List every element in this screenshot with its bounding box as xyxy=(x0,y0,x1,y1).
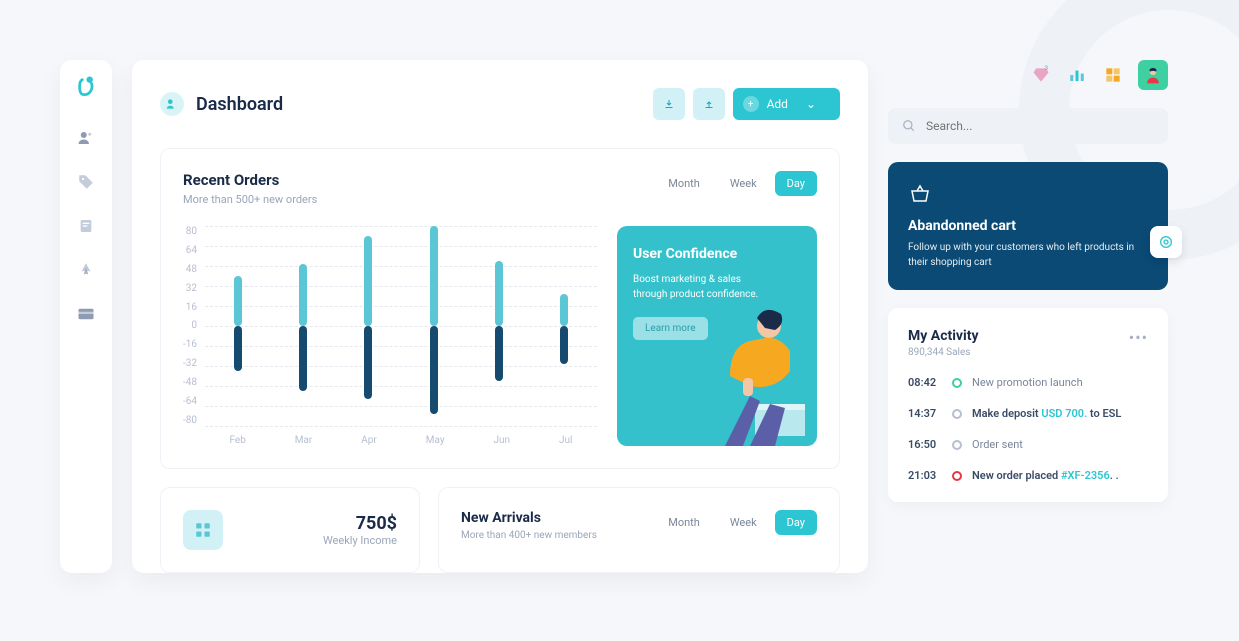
activity-text: New promotion launch xyxy=(972,376,1083,389)
chevron-down-icon: ⌄ xyxy=(806,97,816,111)
activity-subtitle: 890,344 Sales xyxy=(908,347,979,358)
add-button-label: Add xyxy=(767,97,788,111)
abandoned-cart-card: Abandonned cart Follow up with your cust… xyxy=(888,162,1168,290)
arrivals-tab-week[interactable]: Week xyxy=(718,510,769,535)
stats-icon[interactable] xyxy=(1066,64,1088,86)
activity-timeline: 08:42 New promotion launch 14:37 Make depos… xyxy=(908,376,1148,482)
add-button[interactable]: + Add ⌄ xyxy=(733,88,840,120)
cart-action-button[interactable] xyxy=(1150,226,1182,258)
main-panel: Dashboard + Add ⌄ Recent Orders xyxy=(132,60,868,573)
users-icon[interactable] xyxy=(76,128,96,148)
more-icon[interactable]: ••• xyxy=(1129,328,1148,347)
card-icon[interactable] xyxy=(76,304,96,324)
upload-button[interactable] xyxy=(693,88,725,120)
arrivals-tab-month[interactable]: Month xyxy=(656,510,712,535)
activity-link[interactable]: #XF-2356 xyxy=(1061,469,1110,482)
activity-text: New order placed #XF-2356. . xyxy=(972,469,1119,482)
document-icon[interactable] xyxy=(76,216,96,236)
leaf-icon[interactable] xyxy=(76,260,96,280)
activity-text: Order sent xyxy=(972,438,1023,451)
search-input[interactable] xyxy=(926,119,1154,133)
timeline-dot-icon xyxy=(952,409,962,419)
cart-title: Abandonned cart xyxy=(908,218,1148,234)
activity-time: 21:03 xyxy=(908,469,942,482)
activity-link[interactable]: USD 700. xyxy=(1041,407,1087,420)
activity-text: Make deposit USD 700. to ESL xyxy=(972,407,1121,420)
promo-illustration xyxy=(695,296,817,446)
bar-group xyxy=(364,226,372,426)
activity-time: 16:50 xyxy=(908,438,942,451)
dashboard-icon xyxy=(160,92,184,116)
arrivals-range-tabs: Month Week Day xyxy=(656,510,817,535)
timeline-dot-icon xyxy=(952,471,962,481)
cart-text: Follow up with your customers who left p… xyxy=(908,240,1148,270)
new-arrivals-card: New Arrivals More than 400+ new members … xyxy=(438,487,840,573)
avatar[interactable] xyxy=(1138,60,1168,90)
activity-time: 08:42 xyxy=(908,376,942,389)
promo-title: User Confidence xyxy=(633,246,801,262)
tag-icon[interactable] xyxy=(76,172,96,192)
chart-plot: FebMarAprMayJunJul xyxy=(205,226,597,446)
tab-week[interactable]: Week xyxy=(718,171,769,196)
weekly-income-card: 750$ Weekly Income xyxy=(160,487,420,573)
search-bar[interactable] xyxy=(888,108,1168,144)
plus-icon: + xyxy=(743,96,759,112)
arrivals-title: New Arrivals xyxy=(461,510,597,526)
bar-group xyxy=(560,226,568,426)
top-icons: 3 xyxy=(888,60,1168,90)
bar-group xyxy=(430,226,438,426)
activity-item: 21:03 New order placed #XF-2356. . xyxy=(908,469,1148,482)
user-confidence-panel: User Confidence Boost marketing & sales … xyxy=(617,226,817,446)
diamond-icon[interactable]: 3 xyxy=(1030,64,1052,86)
activity-item: 16:50 Order sent xyxy=(908,438,1148,451)
grid-icon[interactable] xyxy=(1102,64,1124,86)
activity-item: 14:37 Make deposit USD 700. to ESL xyxy=(908,407,1148,420)
chart-x-axis: FebMarAprMayJunJul xyxy=(205,435,597,446)
right-column: 3 Abandonned cart Follow up with your cu… xyxy=(888,60,1168,573)
arrivals-tab-day[interactable]: Day xyxy=(775,510,817,535)
recent-orders-card: Recent Orders More than 500+ new orders … xyxy=(160,148,840,469)
bar-group xyxy=(299,226,307,426)
income-icon xyxy=(183,510,223,550)
tab-month[interactable]: Month xyxy=(656,171,712,196)
bar-group xyxy=(234,226,242,426)
logo-icon[interactable] xyxy=(75,76,97,104)
search-icon xyxy=(902,119,916,133)
timeline-dot-icon xyxy=(952,378,962,388)
orders-title: Recent Orders xyxy=(183,171,317,189)
timeline-dot-icon xyxy=(952,440,962,450)
orders-subtitle: More than 500+ new orders xyxy=(183,193,317,206)
income-value: 750$ xyxy=(323,513,397,534)
download-button[interactable] xyxy=(653,88,685,120)
orders-range-tabs: Month Week Day xyxy=(656,171,817,196)
tab-day[interactable]: Day xyxy=(775,171,817,196)
activity-time: 14:37 xyxy=(908,407,942,420)
bar-group xyxy=(495,226,503,426)
chart-y-axis: 80644832160-16-32-48-64-80 xyxy=(183,226,197,426)
income-label: Weekly Income xyxy=(323,534,397,547)
activity-card: My Activity 890,344 Sales ••• 08:42 New p… xyxy=(888,308,1168,502)
orders-chart: 80644832160-16-32-48-64-80 FebMarAprMayJ… xyxy=(183,226,597,446)
page-title: Dashboard xyxy=(196,94,283,115)
sidebar xyxy=(60,60,112,573)
basket-icon xyxy=(908,182,1148,210)
activity-item: 08:42 New promotion launch xyxy=(908,376,1148,389)
arrivals-subtitle: More than 400+ new members xyxy=(461,530,597,541)
svg-text:3: 3 xyxy=(1044,65,1048,72)
activity-title: My Activity xyxy=(908,328,979,344)
